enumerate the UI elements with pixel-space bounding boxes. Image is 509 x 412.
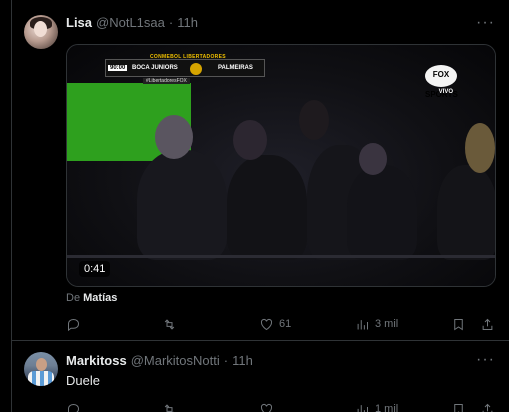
retweet-button[interactable]: [162, 402, 177, 412]
like-button[interactable]: [259, 402, 274, 412]
video-player[interactable]: CONMEBOL LIBERTADORES 90:00 BOCA JUNIORS…: [66, 44, 496, 287]
share-icon: [482, 403, 493, 412]
retweet-icon: [164, 318, 175, 330]
like-count: 61: [279, 318, 292, 330]
live-badge: VIVO: [438, 89, 453, 95]
share-icon: [482, 318, 493, 330]
display-name[interactable]: Lisa: [66, 15, 92, 30]
tweet[interactable]: Markitoss @MarkitosNotti · 11h ··· Duele…: [12, 342, 509, 412]
more-options-icon[interactable]: ···: [476, 351, 495, 369]
analytics-icon: [357, 319, 368, 329]
display-name[interactable]: Markitoss: [66, 353, 127, 368]
bookmark-icon: [454, 318, 463, 330]
broadcaster-logo: FOX SPORTS: [425, 65, 458, 99]
share-button[interactable]: [480, 317, 495, 332]
avatar[interactable]: [24, 15, 58, 49]
retweet-button[interactable]: [162, 317, 177, 332]
video-duration: 0:41: [79, 261, 111, 277]
reply-button[interactable]: [66, 317, 81, 332]
like-button[interactable]: 61: [259, 317, 291, 332]
timestamp[interactable]: 11h: [177, 15, 198, 30]
analytics-icon: [357, 404, 368, 412]
tweet-header: Lisa @NotL1saa · 11h: [66, 15, 198, 30]
retweet-icon: [164, 403, 175, 412]
user-handle[interactable]: @NotL1saa: [96, 15, 165, 30]
view-count: 1 mil: [375, 403, 399, 412]
trophy-icon: [190, 63, 202, 75]
attribution: De Matías: [66, 292, 118, 304]
heart-icon: [260, 403, 273, 412]
heart-icon: [260, 318, 273, 330]
hashtag-overlay: #LibertadoresFOX: [143, 78, 190, 84]
action-bar: 61 3 mil: [66, 314, 501, 334]
bookmark-button[interactable]: [451, 402, 466, 412]
timestamp[interactable]: 11h: [232, 353, 253, 368]
tweet-text: Duele: [66, 373, 100, 388]
reply-icon: [68, 403, 80, 412]
separator-dot: ·: [168, 15, 174, 30]
tweet[interactable]: Lisa @NotL1saa · 11h ··· CONMEBOL LIBERT…: [12, 0, 509, 341]
attribution-user[interactable]: Matías: [83, 292, 117, 304]
view-count: 3 mil: [375, 318, 399, 330]
bookmark-icon: [454, 403, 463, 412]
reply-icon: [68, 318, 80, 331]
separator-dot: ·: [223, 353, 229, 368]
reply-button[interactable]: [66, 402, 81, 412]
views-button[interactable]: 3 mil: [355, 317, 398, 332]
bookmark-button[interactable]: [451, 317, 466, 332]
avatar[interactable]: [24, 352, 58, 386]
more-options-icon[interactable]: ···: [476, 14, 495, 32]
views-button[interactable]: 1 mil: [355, 402, 398, 412]
share-button[interactable]: [480, 402, 495, 412]
scoreboard-overlay: CONMEBOL LIBERTADORES 90:00 BOCA JUNIORS…: [105, 54, 265, 77]
user-handle[interactable]: @MarkitosNotti: [131, 353, 220, 368]
tweet-header: Markitoss @MarkitosNotti · 11h: [66, 353, 253, 368]
action-bar: 1 mil: [66, 399, 501, 412]
